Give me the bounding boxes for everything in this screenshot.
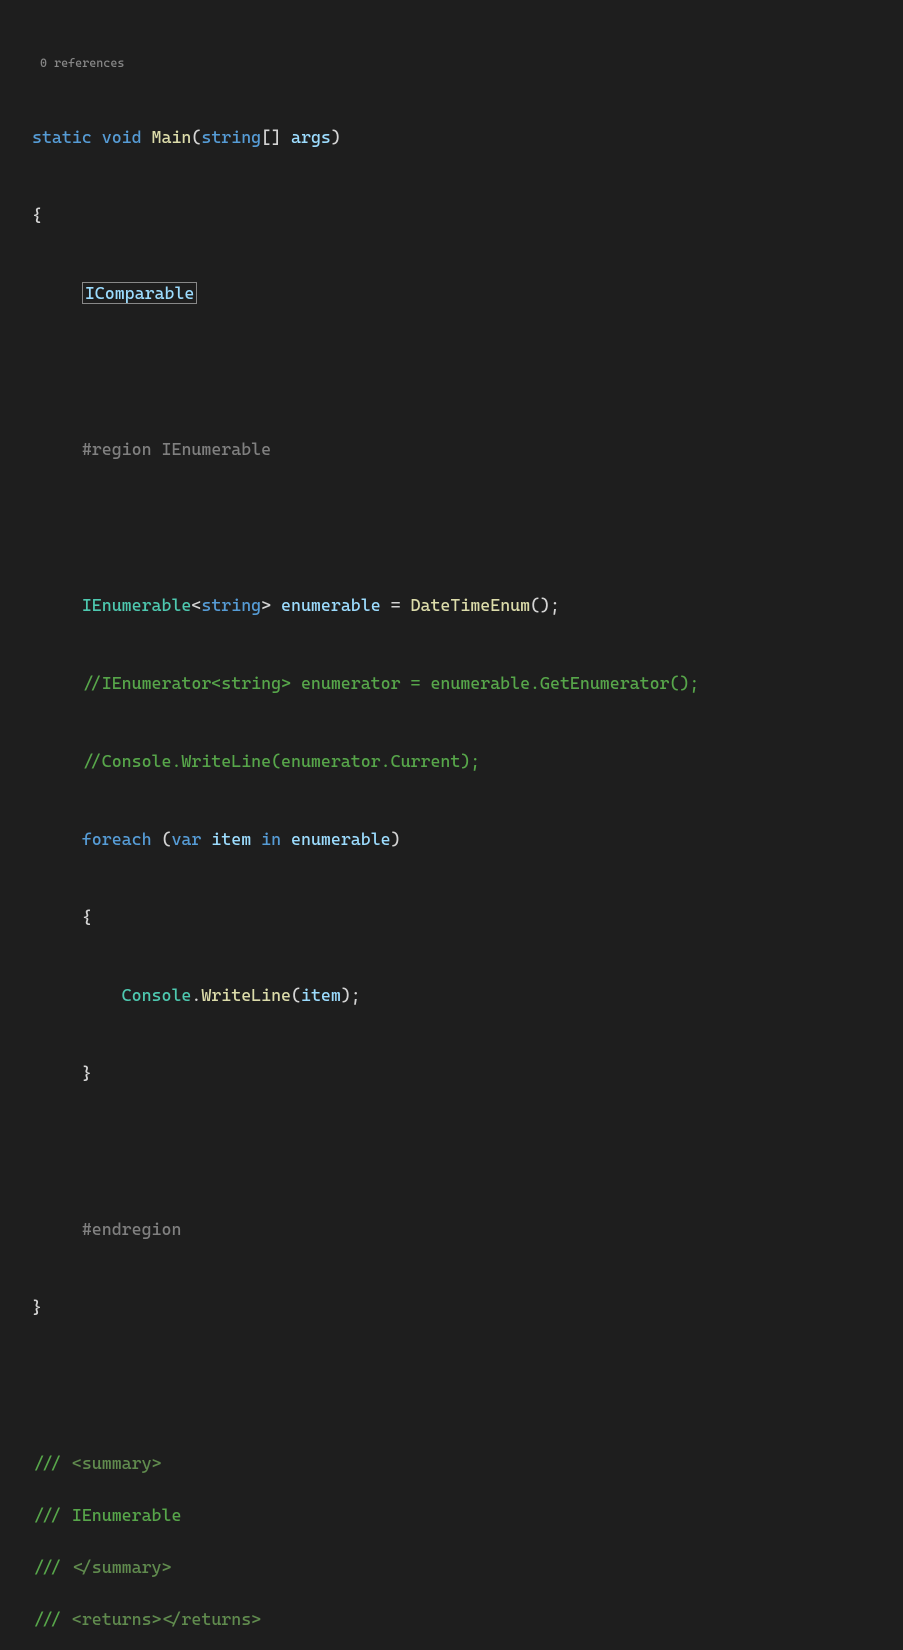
code-line[interactable]: /// </summary> <box>0 1554 903 1580</box>
keyword-string: string <box>201 595 261 615</box>
brace-close: } <box>32 1297 42 1317</box>
code-line[interactable]: Console.WriteLine(item); <box>0 982 903 1008</box>
method-writeline: WriteLine <box>201 985 291 1005</box>
doc-comment: /// <returns></returns> <box>32 1609 261 1629</box>
code-line[interactable] <box>0 1138 903 1164</box>
punct: (); <box>530 595 560 615</box>
punct: ( <box>291 985 301 1005</box>
comment: //IEnumerator<string> enumerator = enume… <box>82 673 700 693</box>
code-line[interactable]: { <box>0 202 903 228</box>
var-enumerable: enumerable <box>291 829 391 849</box>
code-line[interactable]: IComparable <box>0 280 903 306</box>
param-args: args <box>291 127 331 147</box>
code-line[interactable]: } <box>0 1294 903 1320</box>
var-enumerable: enumerable <box>281 595 381 615</box>
codelens-refs-0[interactable]: 0 references <box>0 54 903 72</box>
region-start[interactable]: #region IEnumerable <box>82 439 271 459</box>
keyword-in: in <box>261 829 281 849</box>
code-line[interactable] <box>0 514 903 540</box>
punct: . <box>191 985 201 1005</box>
keyword-foreach: foreach <box>82 829 152 849</box>
punct: ( <box>152 829 172 849</box>
code-line[interactable]: #region IEnumerable <box>0 436 903 462</box>
var-item: item <box>211 829 251 849</box>
highlighted-token[interactable]: IComparable <box>82 282 198 304</box>
code-line[interactable]: /// <returns></returns> <box>0 1606 903 1632</box>
code-line[interactable]: //IEnumerator<string> enumerator = enume… <box>0 670 903 696</box>
method-main: Main <box>152 127 192 147</box>
doc-comment: /// </summary> <box>32 1557 171 1577</box>
type-console: Console <box>122 985 192 1005</box>
punct: ) <box>391 829 401 849</box>
code-line[interactable]: { <box>0 904 903 930</box>
code-line[interactable]: //Console.WriteLine(enumerator.Current); <box>0 748 903 774</box>
type-ienumerable: IEnumerable <box>82 595 192 615</box>
punct: ( <box>191 127 201 147</box>
punct: [] <box>261 127 291 147</box>
brace-open: { <box>82 907 92 927</box>
code-line[interactable]: /// IEnumerable <box>0 1502 903 1528</box>
doc-comment: /// IEnumerable <box>32 1505 181 1525</box>
punct: < <box>191 595 201 615</box>
code-line[interactable]: } <box>0 1060 903 1086</box>
comment: //Console.WriteLine(enumerator.Current); <box>82 751 480 771</box>
method-datetimeenum: DateTimeEnum <box>411 595 531 615</box>
code-line[interactable]: static void Main(string[] args) <box>0 124 903 150</box>
punct: ) <box>331 127 341 147</box>
code-line[interactable]: IEnumerable<string> enumerable = DateTim… <box>0 592 903 618</box>
keyword-void: void <box>102 127 142 147</box>
brace-open: { <box>32 205 42 225</box>
code-line[interactable]: /// <summary> <box>0 1450 903 1476</box>
var-item: item <box>301 985 341 1005</box>
brace-close: } <box>82 1063 92 1083</box>
keyword-var: var <box>171 829 201 849</box>
code-line[interactable]: foreach (var item in enumerable) <box>0 826 903 852</box>
doc-comment: /// <summary> <box>32 1453 162 1473</box>
keyword-string: string <box>201 127 261 147</box>
keyword-static: static <box>32 127 92 147</box>
code-line[interactable] <box>0 358 903 384</box>
code-editor[interactable]: 0 references static void Main(string[] a… <box>0 0 903 1650</box>
punct: > <box>261 595 281 615</box>
code-line[interactable]: #endregion <box>0 1216 903 1242</box>
punct: = <box>381 595 411 615</box>
code-line[interactable] <box>0 1372 903 1398</box>
region-end[interactable]: #endregion <box>82 1219 182 1239</box>
punct: ); <box>341 985 361 1005</box>
